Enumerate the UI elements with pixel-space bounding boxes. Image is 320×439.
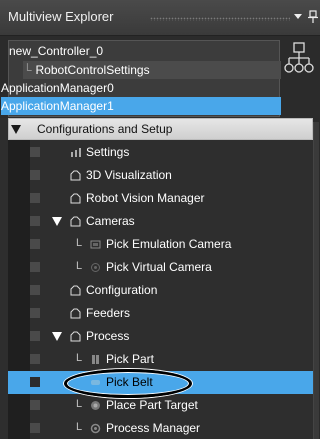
tree-item-feeders[interactable]: Feeders <box>8 302 313 325</box>
tree-item-label: Place Part Target <box>106 398 198 412</box>
controller-list: new_Controller_0 └ RobotControlSettings A… <box>1 40 281 117</box>
row-marker <box>30 308 40 318</box>
folder-icon <box>70 308 81 319</box>
tree-item-label: Process <box>86 329 130 343</box>
title-grip[interactable] <box>150 17 290 21</box>
tree-branch-glyph: L <box>76 260 83 272</box>
folder-icon <box>70 170 81 181</box>
row-marker <box>30 423 40 433</box>
window-menu-dropdown-icon[interactable] <box>294 14 302 19</box>
tree-item-place-part-target[interactable]: L Place Part Target <box>8 394 313 417</box>
gear-icon <box>71 148 81 157</box>
tree-item-label: Pick Part <box>106 352 155 366</box>
controller-item[interactable]: new_Controller_0 <box>9 42 281 60</box>
tree-item-cameras[interactable]: Cameras <box>8 210 313 233</box>
row-marker <box>30 285 40 295</box>
tree-item-configuration[interactable]: Configuration <box>8 279 313 302</box>
controller-label: new_Controller_0 <box>9 44 104 58</box>
tree-item-pick-virtual-camera[interactable]: L Pick Virtual Camera <box>8 256 313 279</box>
tree-item-label: Pick Virtual Camera <box>106 260 212 274</box>
tree-branch-glyph: └ <box>23 63 32 77</box>
controller-item-selected[interactable]: ApplicationManager1 <box>1 97 281 115</box>
window-title: Multiview Explorer <box>8 9 114 24</box>
tree-item-robot-vision-manager[interactable]: Robot Vision Manager <box>8 187 313 210</box>
tree-item-label: Feeders <box>86 306 131 320</box>
tree-branch-glyph: L <box>76 398 83 410</box>
tree-branch-glyph: L <box>76 237 83 249</box>
folder-icon <box>70 193 81 204</box>
tree-item-label: Process Manager <box>106 421 201 435</box>
hierarchy-icon[interactable] <box>284 42 314 76</box>
scrollbar-thumb[interactable] <box>313 122 319 439</box>
tree-branch-glyph: L <box>76 352 83 364</box>
tree-item-pick-emulation-camera[interactable]: L Pick Emulation Camera <box>8 233 313 256</box>
folder-icon <box>70 285 81 296</box>
controller-label: ApplicationManager1 <box>1 99 114 113</box>
row-marker <box>30 377 40 387</box>
explorer-titlebar: Multiview Explorer <box>0 0 320 36</box>
camera-icon <box>90 240 101 249</box>
pin-icon[interactable] <box>308 10 318 24</box>
tree-item-label: Cameras <box>86 214 135 228</box>
collapse-arrow-icon[interactable] <box>52 332 62 341</box>
row-marker <box>30 262 40 272</box>
tree-root-configurations[interactable]: Configurations and Setup <box>8 118 313 140</box>
controller-label: RobotControlSettings <box>35 63 150 77</box>
manager-icon <box>90 423 101 434</box>
virtual-camera-icon <box>91 263 100 272</box>
folder-icon <box>70 331 81 342</box>
callout-ellipse <box>64 369 192 398</box>
tree-root-label: Configurations and Setup <box>37 122 173 136</box>
row-marker <box>30 239 40 249</box>
row-marker <box>30 193 40 203</box>
tree-item-label: Pick Emulation Camera <box>106 237 232 251</box>
controller-label: ApplicationManager0 <box>1 81 114 95</box>
folder-icon <box>70 216 81 227</box>
tree-item-settings[interactable]: Settings <box>8 141 313 164</box>
collapse-arrow-icon[interactable] <box>11 125 21 134</box>
configuration-tree: Configurations and Setup Settings 3D Vis… <box>0 118 320 439</box>
tree-item-pick-part[interactable]: L Pick Part <box>8 348 313 371</box>
tree-item-label: Robot Vision Manager <box>86 191 205 205</box>
tree-item-process[interactable]: Process <box>8 325 313 348</box>
tree-item-3d-visualization[interactable]: 3D Visualization <box>8 164 313 187</box>
row-marker <box>30 216 40 226</box>
part-icon <box>92 355 99 364</box>
controller-item[interactable]: ApplicationManager0 <box>1 79 281 97</box>
row-marker <box>30 400 40 410</box>
tree-item-label: Settings <box>86 145 130 159</box>
tree-item-label: 3D Visualization <box>86 168 172 182</box>
row-marker <box>30 354 40 364</box>
row-marker <box>30 170 40 180</box>
tree-item-label: Configuration <box>86 283 158 297</box>
tree-branch-glyph: L <box>76 421 83 433</box>
row-marker <box>30 331 40 341</box>
target-icon <box>91 401 100 410</box>
tree-item-process-manager[interactable]: L Process Manager <box>8 417 313 439</box>
row-marker <box>30 147 40 157</box>
collapse-arrow-icon[interactable] <box>52 217 62 226</box>
controller-subitem[interactable]: └ RobotControlSettings <box>23 61 281 79</box>
